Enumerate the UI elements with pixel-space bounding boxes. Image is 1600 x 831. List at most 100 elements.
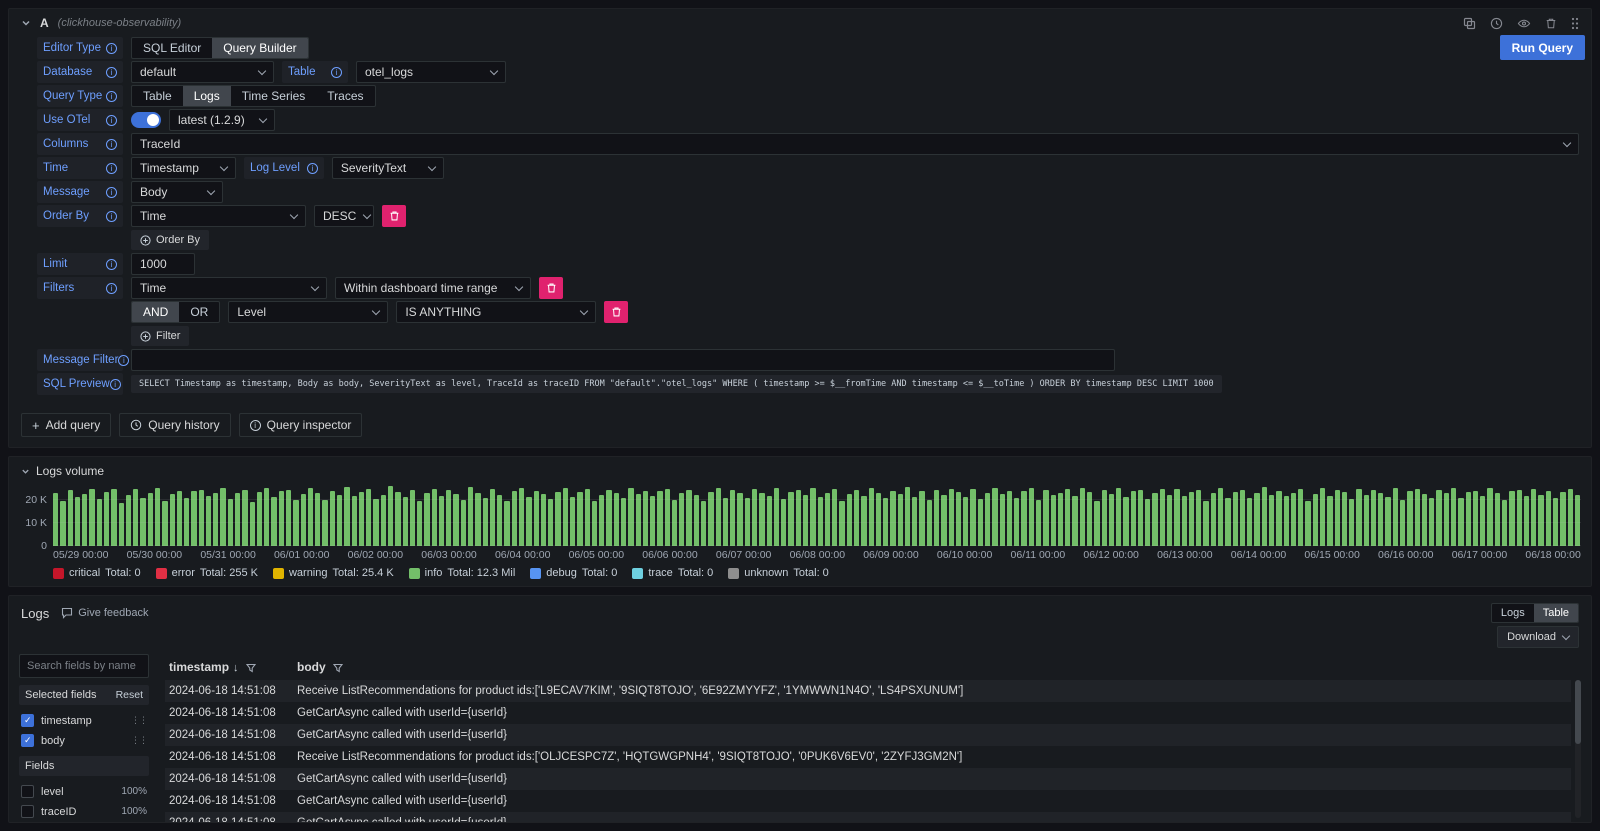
label-text: Order By bbox=[43, 210, 89, 222]
remove-order-by-button[interactable] bbox=[382, 205, 406, 227]
y-tick-label: 20 K bbox=[25, 494, 47, 506]
drag-handle-icon[interactable]: ⋮⋮ bbox=[131, 715, 147, 726]
filter-operator-select[interactable]: Within dashboard time range bbox=[335, 277, 531, 299]
query-inspector-button[interactable]: i Query inspector bbox=[239, 413, 363, 437]
panel-title: Logs volume bbox=[36, 464, 104, 478]
add-query-button[interactable]: +Add query bbox=[21, 413, 111, 437]
duplicate-query-icon[interactable] bbox=[1463, 17, 1476, 30]
chevron-down-icon bbox=[1563, 138, 1571, 146]
add-order-by-button[interactable]: Order By bbox=[131, 230, 209, 250]
option-logs[interactable]: Logs bbox=[1492, 604, 1534, 622]
option-and[interactable]: AND bbox=[132, 302, 179, 322]
time-column-select[interactable]: Timestamp bbox=[131, 157, 236, 179]
option-logs[interactable]: Logs bbox=[183, 86, 231, 106]
volume-bar bbox=[825, 493, 830, 546]
legend-total: Total: 255 K bbox=[200, 567, 258, 579]
remove-filter2-button[interactable] bbox=[604, 301, 628, 323]
chevron-down-icon bbox=[490, 66, 498, 74]
filter-icon[interactable] bbox=[333, 663, 343, 673]
info-icon: i bbox=[106, 163, 117, 174]
legend-total: Total: 0 bbox=[678, 567, 713, 579]
option-or[interactable]: OR bbox=[179, 302, 219, 322]
volume-bar bbox=[869, 488, 874, 546]
legend-item-warning[interactable]: warningTotal: 25.4 K bbox=[273, 567, 394, 579]
chevron-down-icon bbox=[363, 210, 371, 218]
table-scrollbar[interactable] bbox=[1575, 680, 1581, 818]
database-select[interactable]: default bbox=[131, 61, 274, 83]
hide-response-icon[interactable] bbox=[1517, 17, 1531, 30]
select-value: Level bbox=[237, 305, 266, 319]
volume-bar bbox=[301, 494, 306, 546]
remove-filter-button[interactable] bbox=[539, 277, 563, 299]
order-by-direction-select[interactable]: DESC bbox=[314, 205, 374, 227]
log-level-select[interactable]: SeverityText bbox=[332, 157, 444, 179]
collapse-logs-volume-icon[interactable] bbox=[21, 467, 30, 476]
volume-bar bbox=[803, 495, 808, 546]
reset-fields-button[interactable]: Reset bbox=[116, 689, 143, 701]
add-filter-button[interactable]: Filter bbox=[131, 326, 189, 346]
logs-table: timestamp↓ body 2024-06-18 14:51:08Recei… bbox=[165, 654, 1581, 822]
run-query-button[interactable]: Run Query bbox=[1500, 35, 1585, 60]
option-table[interactable]: Table bbox=[1534, 604, 1578, 622]
legend-item-debug[interactable]: debugTotal: 0 bbox=[530, 567, 617, 579]
order-by-field-select[interactable]: Time bbox=[131, 205, 306, 227]
legend-item-error[interactable]: errorTotal: 255 K bbox=[156, 567, 258, 579]
option-sql-editor[interactable]: SQL Editor bbox=[132, 38, 212, 58]
query-editor-panel: A (clickhouse-observability) bbox=[8, 8, 1592, 448]
volume-bar bbox=[1415, 489, 1420, 546]
otel-version-select[interactable]: latest (1.2.9) bbox=[169, 109, 275, 131]
legend-item-unknown[interactable]: unknownTotal: 0 bbox=[728, 567, 829, 579]
filter-icon[interactable] bbox=[246, 663, 256, 673]
volume-bar bbox=[1371, 490, 1376, 546]
option-table[interactable]: Table bbox=[132, 86, 183, 106]
message-column-select[interactable]: Body bbox=[131, 181, 223, 203]
download-button[interactable]: Download bbox=[1497, 626, 1579, 648]
volume-bar bbox=[453, 494, 458, 546]
give-feedback-link[interactable]: Give feedback bbox=[61, 607, 148, 619]
query-history-button[interactable]: Query history bbox=[119, 413, 230, 437]
scrollbar-thumb[interactable] bbox=[1575, 680, 1581, 744]
cell-timestamp: 2024-06-18 14:51:08 bbox=[165, 746, 293, 768]
filter-field-select[interactable]: Time bbox=[131, 277, 327, 299]
query-history-icon[interactable] bbox=[1490, 17, 1503, 30]
message-filter-input[interactable] bbox=[131, 349, 1115, 371]
columns-multiselect[interactable]: TraceId bbox=[131, 133, 1579, 155]
field-checkbox[interactable] bbox=[21, 714, 34, 727]
field-traceID: traceID100% bbox=[21, 803, 147, 820]
label-text: Message Filter bbox=[43, 354, 118, 366]
volume-bar bbox=[1378, 493, 1383, 546]
limit-input[interactable] bbox=[131, 253, 195, 275]
option-query-builder[interactable]: Query Builder bbox=[212, 38, 307, 58]
volume-bar bbox=[1538, 495, 1543, 546]
volume-bar bbox=[949, 489, 954, 546]
legend-item-info[interactable]: infoTotal: 12.3 Mil bbox=[409, 567, 516, 579]
legend-item-trace[interactable]: traceTotal: 0 bbox=[632, 567, 713, 579]
collapse-query-icon[interactable] bbox=[21, 18, 31, 28]
filter2-field-select[interactable]: Level bbox=[228, 301, 388, 323]
option-time-series[interactable]: Time Series bbox=[231, 86, 317, 106]
use-otel-toggle[interactable] bbox=[131, 112, 161, 128]
field-checkbox[interactable] bbox=[21, 785, 34, 798]
column-header-body[interactable]: body bbox=[293, 654, 1571, 680]
volume-bar bbox=[344, 487, 349, 546]
select-value: IS ANYTHING bbox=[405, 305, 481, 319]
volume-bar bbox=[170, 494, 175, 546]
delete-query-icon[interactable] bbox=[1545, 17, 1557, 30]
sort-desc-icon[interactable]: ↓ bbox=[233, 662, 239, 674]
field-checkbox[interactable] bbox=[21, 805, 34, 818]
drag-handle-icon[interactable] bbox=[1571, 17, 1579, 30]
search-fields-input[interactable] bbox=[19, 654, 149, 678]
volume-bar bbox=[155, 488, 160, 546]
filter2-operator-select[interactable]: IS ANYTHING bbox=[396, 301, 596, 323]
column-header-timestamp[interactable]: timestamp↓ bbox=[165, 654, 293, 680]
field-checkbox[interactable] bbox=[21, 734, 34, 747]
option-traces[interactable]: Traces bbox=[316, 86, 374, 106]
table-select[interactable]: otel_logs bbox=[356, 61, 506, 83]
drag-handle-icon[interactable]: ⋮⋮ bbox=[131, 735, 147, 746]
legend-item-critical[interactable]: criticalTotal: 0 bbox=[53, 567, 141, 579]
volume-bar bbox=[490, 489, 495, 546]
logs-volume-header[interactable]: Logs volume bbox=[19, 463, 1581, 481]
info-icon: i bbox=[106, 283, 117, 294]
x-tick-label: 06/10 00:00 bbox=[937, 549, 992, 561]
page: A (clickhouse-observability) bbox=[0, 0, 1600, 831]
